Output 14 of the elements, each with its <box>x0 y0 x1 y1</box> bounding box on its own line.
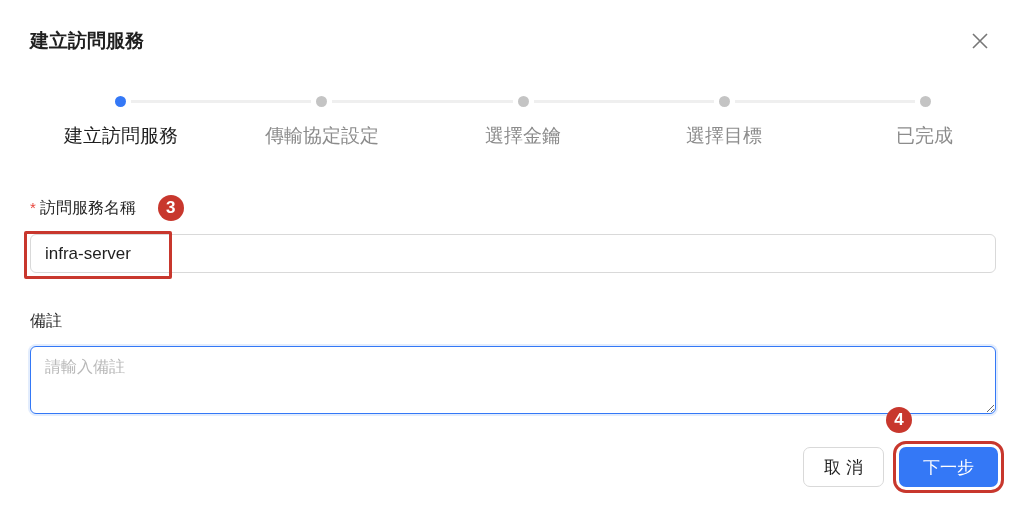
step-label: 選擇目標 <box>685 124 762 148</box>
step-badge: 4 <box>886 407 912 433</box>
cancel-button[interactable]: 取 消 <box>803 447 884 487</box>
field-label: 備註 <box>30 312 62 329</box>
close-icon[interactable] <box>971 32 989 50</box>
step-label: 建立訪問服務 <box>63 124 178 148</box>
step-label: 傳輸協定設定 <box>264 124 379 148</box>
name-input-field[interactable]: infra-server <box>30 234 996 273</box>
step-label: 選擇金鑰 <box>484 124 561 148</box>
field-label: * 訪問服務名稱 <box>30 197 136 218</box>
step-label: 已完成 <box>896 124 953 148</box>
remark-input-field[interactable]: 請輸入備註 <box>30 346 996 414</box>
dialog-title: 建立訪問服務 <box>30 29 144 53</box>
step-badge: 3 <box>157 195 184 221</box>
